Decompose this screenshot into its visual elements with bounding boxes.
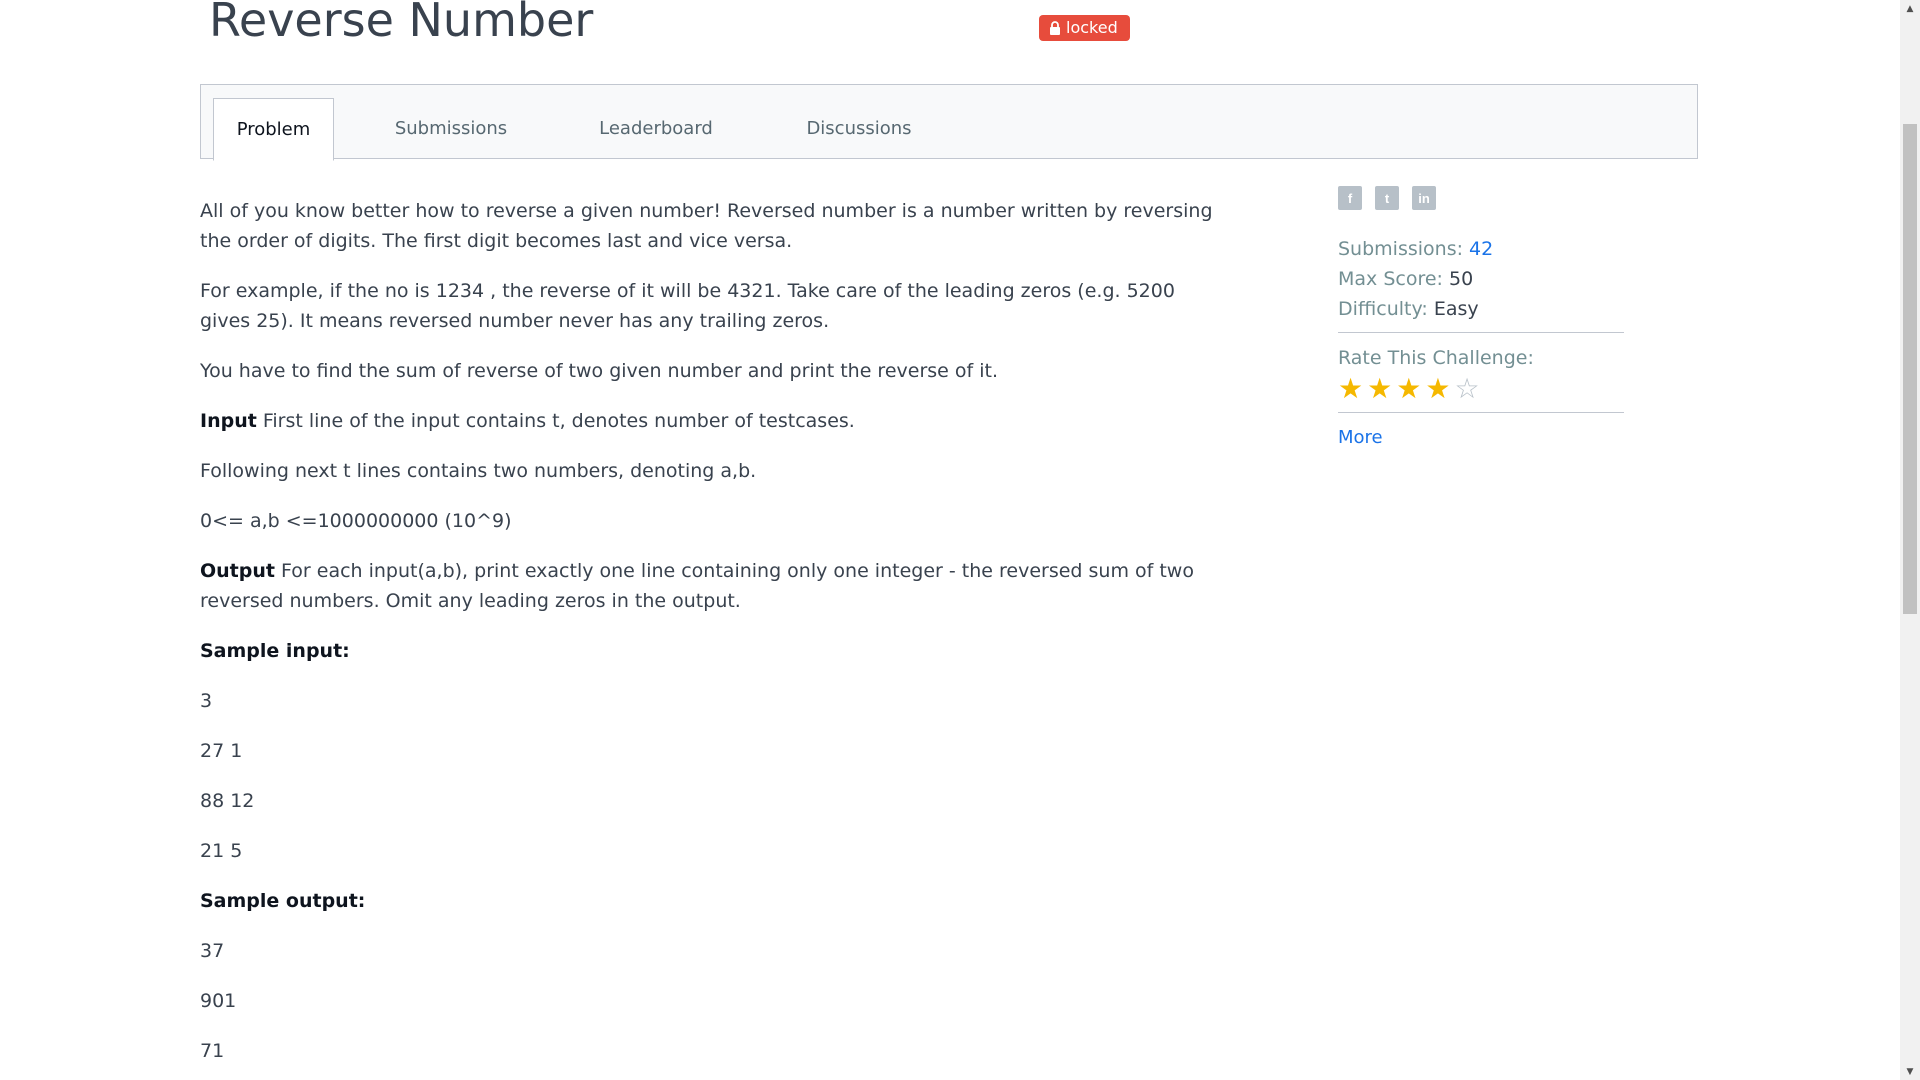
tab-discussions-label: Discussions bbox=[806, 118, 912, 139]
sample-input-line: 88 12 bbox=[200, 790, 255, 812]
scrollbar-thumb[interactable] bbox=[1903, 124, 1917, 614]
linkedin-icon[interactable]: in bbox=[1412, 186, 1436, 210]
difficulty-label: Difficulty: bbox=[1338, 298, 1428, 320]
star-rating[interactable]: ★ ★ ★ ★ ☆ bbox=[1338, 374, 1624, 404]
submissions-stat: Submissions: 42 bbox=[1338, 234, 1624, 264]
sample-output-line: 71 bbox=[200, 1040, 225, 1062]
sample-output-label: Sample output: bbox=[200, 890, 366, 912]
scroll-down-icon[interactable]: ▼ bbox=[1900, 1063, 1920, 1080]
output-text: For each input(a,b), print exactly one l… bbox=[200, 560, 1194, 612]
problem-statement: All of you know better how to reverse a … bbox=[200, 196, 1230, 1080]
input-heading: Input bbox=[200, 410, 257, 432]
challenge-header: Reverse Number locked bbox=[0, 0, 1900, 80]
input-description: Input First line of the input contains t… bbox=[200, 406, 1230, 436]
facebook-icon[interactable]: f bbox=[1338, 186, 1362, 210]
tab-submissions[interactable]: Submissions bbox=[386, 98, 516, 160]
scroll-up-icon[interactable]: ▲ bbox=[1900, 0, 1920, 17]
max-score-label: Max Score: bbox=[1338, 268, 1443, 290]
tab-problem[interactable]: Problem bbox=[213, 98, 334, 161]
constraint-text: 0<= a,b <=1000000000 (10^9) bbox=[200, 510, 512, 532]
tab-problem-label: Problem bbox=[236, 118, 311, 140]
share-buttons: f t in bbox=[1338, 186, 1624, 210]
star-empty-icon[interactable]: ☆ bbox=[1454, 374, 1479, 404]
star-filled-icon[interactable]: ★ bbox=[1338, 374, 1363, 404]
challenge-sidebar: f t in Submissions: 42 Max Score: 50 Dif… bbox=[1338, 186, 1624, 451]
lock-icon bbox=[1050, 20, 1060, 35]
output-description: Output For each input(a,b), print exactl… bbox=[200, 556, 1230, 616]
submissions-label: Submissions: bbox=[1338, 238, 1463, 260]
sidebar-divider bbox=[1338, 332, 1624, 333]
tab-submissions-label: Submissions bbox=[394, 118, 508, 139]
page-scrollbar[interactable]: ▲ ▼ bbox=[1900, 0, 1920, 1080]
tab-leaderboard[interactable]: Leaderboard bbox=[591, 98, 721, 160]
problem-paragraph: Following next t lines contains two numb… bbox=[200, 460, 757, 482]
twitter-icon[interactable]: t bbox=[1375, 186, 1399, 210]
star-filled-icon[interactable]: ★ bbox=[1367, 374, 1392, 404]
star-filled-icon[interactable]: ★ bbox=[1425, 374, 1450, 404]
sample-input-line: 3 bbox=[200, 690, 213, 712]
submissions-count-link[interactable]: 42 bbox=[1469, 238, 1493, 260]
page-title: Reverse Number bbox=[209, 0, 594, 47]
difficulty-stat: Difficulty: Easy bbox=[1338, 294, 1624, 324]
sample-input-line: 27 1 bbox=[200, 740, 243, 762]
problem-paragraph: All of you know better how to reverse a … bbox=[200, 200, 1213, 252]
sample-output-heading: Sample output: bbox=[200, 886, 1230, 916]
sample-input-label: Sample input: bbox=[200, 640, 350, 662]
sample-output-line: 901 bbox=[200, 990, 237, 1012]
difficulty-value: Easy bbox=[1433, 298, 1479, 320]
max-score-value: 50 bbox=[1448, 268, 1474, 290]
sidebar-divider bbox=[1338, 412, 1624, 413]
more-link[interactable]: More bbox=[1338, 425, 1624, 451]
challenge-tabs: Problem Submissions Leaderboard Discussi… bbox=[200, 84, 1698, 161]
tab-discussions[interactable]: Discussions bbox=[794, 98, 924, 160]
problem-paragraph: You have to find the sum of reverse of t… bbox=[200, 360, 999, 382]
sample-input-heading: Sample input: bbox=[200, 636, 1230, 666]
tab-leaderboard-label: Leaderboard bbox=[599, 118, 713, 139]
locked-badge-label: locked bbox=[1066, 18, 1118, 37]
problem-paragraph: For example, if the no is 1234 , the rev… bbox=[200, 280, 1175, 332]
challenge-page: Reverse Number locked Problem Submission… bbox=[0, 0, 1920, 1080]
rate-challenge-label: Rate This Challenge: bbox=[1338, 347, 1534, 369]
input-text: First line of the input contains t, deno… bbox=[256, 410, 855, 432]
sample-output-line: 37 bbox=[200, 940, 225, 962]
star-filled-icon[interactable]: ★ bbox=[1396, 374, 1421, 404]
locked-badge: locked bbox=[1039, 15, 1130, 41]
max-score-stat: Max Score: 50 bbox=[1338, 264, 1624, 294]
sample-input-line: 21 5 bbox=[200, 840, 243, 862]
output-heading: Output bbox=[200, 560, 275, 582]
